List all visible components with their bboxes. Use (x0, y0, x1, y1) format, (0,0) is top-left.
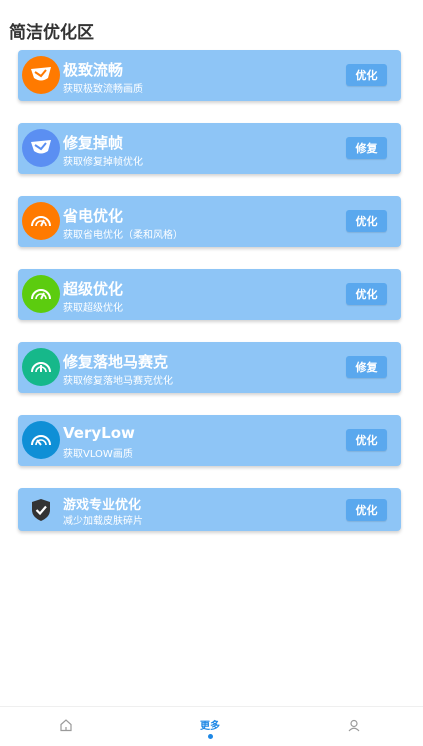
card-title: 修复掉帧 (63, 134, 124, 152)
card-fix-frame-drop: 修复掉帧 获取修复掉帧优化 修复 (18, 123, 401, 174)
optimize-button[interactable]: 优化 (346, 283, 387, 305)
card-subtitle: 获取省电优化（柔和风格） (63, 230, 183, 241)
card-subtitle: 获取修复落地马赛克优化 (63, 376, 173, 387)
optimization-list: 极致流畅 获取极致流畅画质 优化 修复掉帧 获取修复掉帧优化 修复 省电优化 获… (18, 50, 401, 553)
gauge-flag-icon (22, 56, 60, 94)
nav-more-label: 更多 (200, 720, 220, 732)
card-subtitle: 减少加载皮肤碎片 (63, 516, 143, 527)
card-verylow: VeryLow 获取VLOW画质 优化 (18, 415, 401, 466)
card-subtitle: 获取超级优化 (63, 303, 123, 314)
card-subtitle: 获取极致流畅画质 (63, 84, 143, 95)
card-power-saving: 省电优化 获取省电优化（柔和风格） 优化 (18, 196, 401, 247)
card-title: 游戏专业优化 (63, 498, 142, 513)
card-title: VeryLow (63, 424, 135, 442)
bottom-nav: 更多 (0, 706, 423, 746)
card-fix-mosaic: 修复落地马赛克 获取修复落地马赛克优化 修复 (18, 342, 401, 393)
card-title: 极致流畅 (63, 61, 124, 79)
nav-home[interactable] (36, 707, 96, 746)
repair-button[interactable]: 修复 (346, 137, 387, 159)
card-game-pro-optimize: 游戏专业优化 减少加载皮肤碎片 优化 (18, 488, 401, 531)
gauge-flag-icon (22, 129, 60, 167)
optimize-button[interactable]: 优化 (346, 64, 387, 86)
profile-icon (347, 717, 361, 736)
card-title: 修复落地马赛克 (63, 353, 169, 371)
speedometer-icon (22, 275, 60, 313)
active-indicator (207, 733, 213, 739)
home-icon (59, 717, 73, 736)
nav-more[interactable]: 更多 (180, 707, 240, 746)
speedometer-icon (22, 202, 60, 240)
card-subtitle: 获取修复掉帧优化 (63, 157, 143, 168)
nav-profile[interactable] (324, 707, 384, 746)
optimize-button[interactable]: 优化 (346, 429, 387, 451)
optimize-button[interactable]: 优化 (346, 210, 387, 232)
shield-check-icon (22, 491, 60, 529)
card-extreme-smooth: 极致流畅 获取极致流畅画质 优化 (18, 50, 401, 101)
card-title: 省电优化 (63, 207, 124, 225)
card-subtitle: 获取VLOW画质 (63, 449, 133, 460)
speedometer-icon (22, 421, 60, 459)
optimize-button[interactable]: 优化 (346, 499, 387, 521)
repair-button[interactable]: 修复 (346, 356, 387, 378)
card-title: 超级优化 (63, 280, 124, 298)
speedometer-icon (22, 348, 60, 386)
section-title: 简洁优化区 (9, 23, 94, 43)
card-super-optimize: 超级优化 获取超级优化 优化 (18, 269, 401, 320)
